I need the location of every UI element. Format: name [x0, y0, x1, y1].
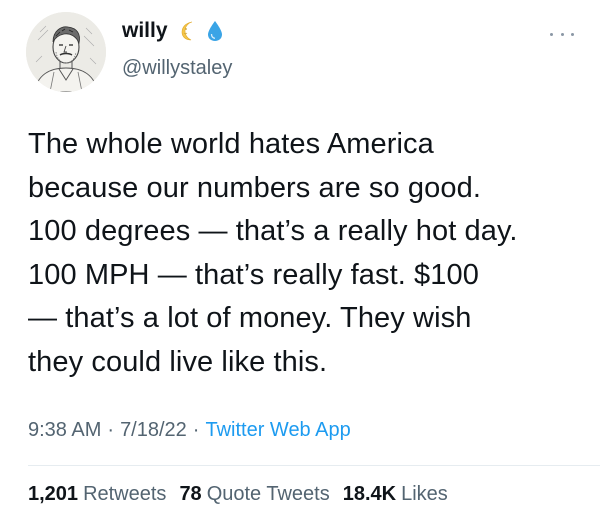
tweet-line: 100 degrees — that’s a really hot day.: [28, 215, 518, 248]
user-handle[interactable]: @willystaley: [122, 57, 232, 80]
dot: [571, 32, 574, 36]
droplet-icon: [206, 20, 224, 42]
retweets-label: Retweets: [83, 483, 167, 505]
likes-stat[interactable]: 18.4K Likes: [343, 483, 448, 506]
separator: ·: [192, 419, 200, 441]
retweets-count: 1,201: [28, 483, 79, 505]
quote-tweets-label: Quote Tweets: [206, 483, 330, 505]
dot: [560, 32, 564, 36]
tweet-metadata: 9:38 AM · 7/18/22 · Twitter Web App: [28, 419, 351, 442]
quote-tweets-stat[interactable]: 78 Quote Tweets: [179, 483, 329, 506]
avatar[interactable]: [26, 12, 106, 92]
tweet-date[interactable]: 7/18/22: [120, 419, 187, 442]
tweet-line: they could live like this.: [28, 345, 328, 378]
separator: ·: [107, 419, 115, 441]
tweet-source-link[interactable]: Twitter Web App: [205, 419, 350, 442]
tweet-text: The whole world hates America because ou…: [28, 123, 584, 385]
likes-count: 18.4K: [342, 483, 397, 505]
engagement-stats: 1,201 Retweets 78 Quote Tweets 18.4K Likes: [28, 483, 461, 506]
tweet-line: — that’s a lot of money. They wish: [28, 302, 472, 335]
name-row: willy: [122, 16, 224, 46]
tweet-card: willy @willystaley The whole world hates…: [0, 0, 600, 522]
crescent-moon-icon: [178, 20, 200, 42]
divider: [28, 465, 600, 466]
tweet-time[interactable]: 9:38 AM: [28, 419, 101, 442]
likes-label: Likes: [401, 483, 448, 505]
tweet-line: 100 MPH — that’s really fast. $100: [28, 258, 479, 291]
quote-tweets-count: 78: [179, 483, 202, 505]
retweets-stat[interactable]: 1,201 Retweets: [28, 483, 166, 506]
tweet-line: The whole world hates America: [28, 128, 434, 160]
dot: [550, 32, 553, 36]
tweet-line: because our numbers are so good.: [28, 171, 481, 204]
avatar-sketch-icon: [26, 12, 106, 92]
more-options-icon[interactable]: [550, 28, 574, 40]
display-name[interactable]: willy: [122, 19, 168, 43]
